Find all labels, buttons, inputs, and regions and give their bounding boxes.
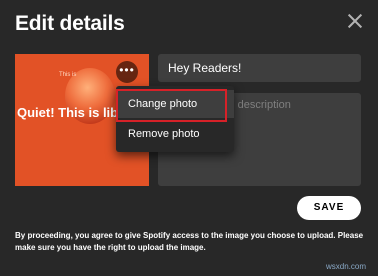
upload-disclaimer: By proceeding, you agree to give Spotify… (15, 231, 364, 252)
highlight-box (116, 89, 227, 122)
edit-details-dialog: Edit details This is Quiet! This is libr… (0, 0, 378, 276)
dialog-title: Edit details (15, 12, 125, 35)
close-icon[interactable] (346, 12, 364, 30)
playlist-name-input[interactable]: Hey Readers! (158, 54, 361, 82)
save-button[interactable]: SAVE (297, 196, 361, 220)
cover-small-text: This is (59, 72, 77, 78)
more-options-icon[interactable]: ••• (116, 61, 138, 83)
watermark: wsxdn.com (326, 262, 367, 271)
description-placeholder: al description (226, 99, 291, 111)
remove-photo-menu-item[interactable]: Remove photo (116, 120, 234, 148)
